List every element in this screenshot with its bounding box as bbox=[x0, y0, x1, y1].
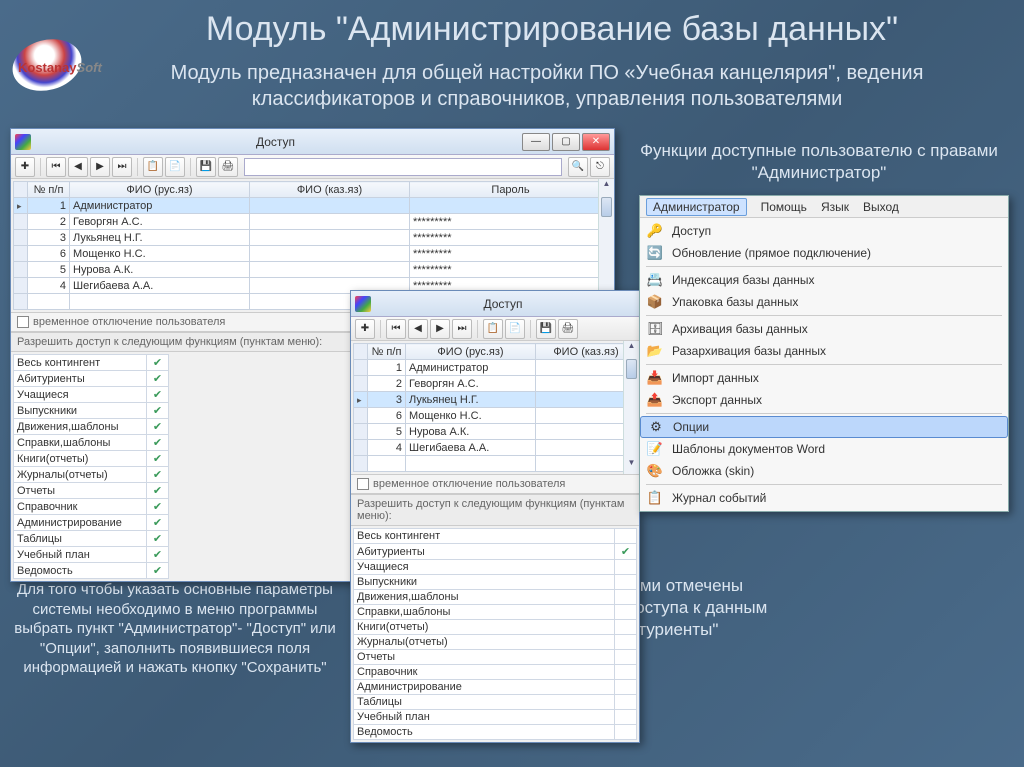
menu-item-label: Индексация базы данных bbox=[672, 273, 815, 287]
caption-bottom: Для того чтобы указать основные параметр… bbox=[10, 580, 340, 678]
add-button[interactable]: ✚ bbox=[355, 319, 375, 339]
temp-disable-label: временное отключение пользователя bbox=[33, 316, 225, 328]
admin-menu-panel: Администратор Помощь Язык Выход 🔑 Доступ 🔄 Обн… bbox=[639, 195, 1009, 512]
search-input[interactable] bbox=[244, 158, 562, 176]
exit-button[interactable]: ⎋ bbox=[590, 157, 610, 177]
users-grid[interactable]: № п/пФИО (рус.яз)ФИО (каз.яз)1Администра… bbox=[353, 343, 637, 472]
window-title: Доступ bbox=[31, 135, 520, 149]
temp-disable-checkbox[interactable] bbox=[357, 478, 369, 490]
menu-item[interactable]: 🎨 Обложка (skin) bbox=[640, 460, 1008, 482]
logo-text: KostanaySoft bbox=[18, 60, 102, 75]
app-icon bbox=[15, 134, 31, 150]
menu-icon: 🔑 bbox=[644, 222, 666, 240]
menu-separator bbox=[646, 484, 1002, 485]
print-button[interactable]: 🖨 bbox=[218, 157, 238, 177]
menu-item-label: Доступ bbox=[672, 224, 711, 238]
temp-disable-label: временное отключение пользователя bbox=[373, 478, 565, 490]
menu-item[interactable]: 🔑 Доступ bbox=[640, 220, 1008, 242]
last-button[interactable]: ⏭ bbox=[112, 157, 132, 177]
search-button[interactable]: 🔍 bbox=[568, 157, 588, 177]
paste-button[interactable]: 📄 bbox=[505, 319, 525, 339]
menu-icon: 🔄 bbox=[644, 244, 666, 262]
menu-Язык[interactable]: Язык bbox=[821, 200, 849, 214]
menu-item[interactable]: 📂 Разархивация базы данных bbox=[640, 340, 1008, 362]
copy-button[interactable]: 📋 bbox=[483, 319, 503, 339]
menu-icon: 🎨 bbox=[644, 462, 666, 480]
menu-item-label: Обложка (skin) bbox=[672, 464, 754, 478]
copy-button[interactable]: 📋 bbox=[143, 157, 163, 177]
menu-item-label: Импорт данных bbox=[672, 371, 759, 385]
menu-item-label: Журнал событий bbox=[672, 491, 766, 505]
menu-item[interactable]: 📋 Журнал событий bbox=[640, 487, 1008, 509]
menu-item-label: Разархивация базы данных bbox=[672, 344, 826, 358]
menu-icon: ⚙ bbox=[645, 418, 667, 436]
toolbar: ✚ ⏮ ◀ ▶ ⏭ 📋 📄 💾 🖨 🔍 ⎋ bbox=[11, 155, 614, 179]
first-button[interactable]: ⏮ bbox=[386, 319, 406, 339]
menu-item[interactable]: 📤 Экспорт данных bbox=[640, 389, 1008, 411]
toolbar: ✚ ⏮ ◀ ▶ ⏭ 📋 📄 💾 🖨 bbox=[351, 317, 639, 341]
prev-button[interactable]: ◀ bbox=[68, 157, 88, 177]
menu-item[interactable]: 📦 Упаковка базы данных bbox=[640, 291, 1008, 313]
menubar[interactable]: Администратор Помощь Язык Выход bbox=[640, 196, 1008, 218]
menu-Выход[interactable]: Выход bbox=[863, 200, 899, 214]
functions-list[interactable]: Весь контингентАбитуриенты✔УчащиесяВыпус… bbox=[353, 528, 637, 740]
menu-item[interactable]: 🔄 Обновление (прямое подключение) bbox=[640, 242, 1008, 264]
menu-item[interactable]: 📝 Шаблоны документов Word bbox=[640, 438, 1008, 460]
titlebar[interactable]: Доступ bbox=[351, 291, 639, 317]
menu-Помощь[interactable]: Помощь bbox=[761, 200, 807, 214]
menu-icon: 🗄 bbox=[644, 320, 666, 338]
menu-separator bbox=[646, 364, 1002, 365]
slide-title: Модуль "Администрирование базы данных" bbox=[100, 10, 1004, 49]
maximize-button[interactable]: ▢ bbox=[552, 133, 580, 151]
prev-button[interactable]: ◀ bbox=[408, 319, 428, 339]
first-button[interactable]: ⏮ bbox=[46, 157, 66, 177]
caption-rights: Функции доступные пользователю с правами… bbox=[634, 140, 1004, 184]
menu-item-label: Шаблоны документов Word bbox=[672, 442, 825, 456]
menu-item-label: Упаковка базы данных bbox=[672, 295, 798, 309]
functions-list[interactable]: Весь контингент✔Абитуриенты✔Учащиеся✔Вып… bbox=[13, 354, 169, 579]
menu-icon: 📦 bbox=[644, 293, 666, 311]
menu-item[interactable]: 🗄 Архивация базы данных bbox=[640, 318, 1008, 340]
menu-item-label: Архивация базы данных bbox=[672, 322, 808, 336]
menu-icon: 📥 bbox=[644, 369, 666, 387]
menu-icon: 📇 bbox=[644, 271, 666, 289]
temp-disable-row: временное отключение пользователя bbox=[351, 474, 639, 494]
app-icon bbox=[355, 296, 371, 312]
menu-item[interactable]: 📇 Индексация базы данных bbox=[640, 269, 1008, 291]
last-button[interactable]: ⏭ bbox=[452, 319, 472, 339]
print-button[interactable]: 🖨 bbox=[558, 319, 578, 339]
add-button[interactable]: ✚ bbox=[15, 157, 35, 177]
admin-dropdown[interactable]: 🔑 Доступ 🔄 Обновление (прямое подключение) 📇… bbox=[640, 218, 1008, 511]
menu-item-label: Опции bbox=[673, 420, 709, 434]
titlebar[interactable]: Доступ — ▢ ✕ bbox=[11, 129, 614, 155]
temp-disable-checkbox[interactable] bbox=[17, 316, 29, 328]
scrollbar[interactable]: ▲▼ bbox=[623, 341, 639, 474]
save-button[interactable]: 💾 bbox=[536, 319, 556, 339]
menu-separator bbox=[646, 266, 1002, 267]
menu-Администратор[interactable]: Администратор bbox=[646, 198, 747, 216]
menu-icon: 📋 bbox=[644, 489, 666, 507]
menu-item[interactable]: ⚙ Опции bbox=[640, 416, 1008, 438]
window-title: Доступ bbox=[371, 297, 635, 311]
close-button[interactable]: ✕ bbox=[582, 133, 610, 151]
minimize-button[interactable]: — bbox=[522, 133, 550, 151]
menu-item-label: Экспорт данных bbox=[672, 393, 762, 407]
save-button[interactable]: 💾 bbox=[196, 157, 216, 177]
menu-separator bbox=[646, 413, 1002, 414]
perm-header: Разрешить доступ к следующим функциям (п… bbox=[351, 494, 639, 526]
menu-separator bbox=[646, 315, 1002, 316]
menu-item[interactable]: 📥 Импорт данных bbox=[640, 367, 1008, 389]
next-button[interactable]: ▶ bbox=[90, 157, 110, 177]
slide-subtitle: Модуль предназначен для общей настройки … bbox=[100, 60, 994, 112]
menu-item-label: Обновление (прямое подключение) bbox=[672, 246, 871, 260]
window-access-secondary: Доступ ✚ ⏮ ◀ ▶ ⏭ 📋 📄 💾 🖨 № п/пФИО (рус.я… bbox=[350, 290, 640, 743]
next-button[interactable]: ▶ bbox=[430, 319, 450, 339]
menu-icon: 📝 bbox=[644, 440, 666, 458]
paste-button[interactable]: 📄 bbox=[165, 157, 185, 177]
menu-icon: 📤 bbox=[644, 391, 666, 409]
menu-icon: 📂 bbox=[644, 342, 666, 360]
